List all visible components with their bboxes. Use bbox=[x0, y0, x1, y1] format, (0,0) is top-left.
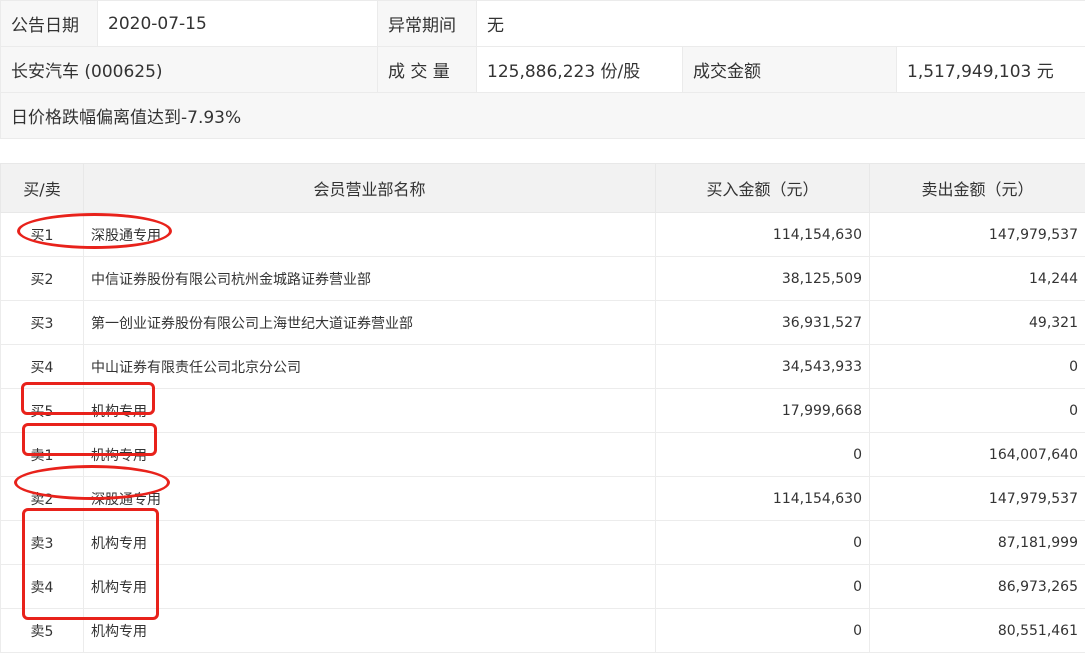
row-sell-amount: 86,973,265 bbox=[870, 565, 1085, 609]
announcement-info-table: 公告日期 2020-07-15 异常期间 无 长安汽车 (000625) 成 交… bbox=[0, 0, 1085, 139]
row-side: 买2 bbox=[1, 257, 84, 301]
table-row: 卖3 机构专用 0 87,181,999 bbox=[1, 521, 1085, 565]
header-buy: 买入金额（元） bbox=[656, 164, 870, 213]
period-label: 异常期间 bbox=[378, 1, 477, 47]
row-buy-amount: 0 bbox=[656, 565, 870, 609]
row-side: 买5 bbox=[1, 389, 84, 433]
row-buy-amount: 114,154,630 bbox=[656, 477, 870, 521]
row-side: 买3 bbox=[1, 301, 84, 345]
amount-label: 成交金额 bbox=[683, 47, 897, 93]
table-row: 买1 深股通专用 114,154,630 147,979,537 bbox=[1, 213, 1085, 257]
stock-name: 长安汽车 (000625) bbox=[1, 47, 378, 93]
row-buy-amount: 38,125,509 bbox=[656, 257, 870, 301]
table-row: 卖1 机构专用 0 164,007,640 bbox=[1, 433, 1085, 477]
row-side: 卖4 bbox=[1, 565, 84, 609]
row-buy-amount: 0 bbox=[656, 609, 870, 653]
table-row: 买2 中信证券股份有限公司杭州金城路证券营业部 38,125,509 14,24… bbox=[1, 257, 1085, 301]
row-member: 机构专用 bbox=[84, 521, 656, 565]
volume-label: 成 交 量 bbox=[378, 47, 477, 93]
date-value: 2020-07-15 bbox=[98, 1, 378, 47]
table-row: 卖4 机构专用 0 86,973,265 bbox=[1, 565, 1085, 609]
header-side: 买/卖 bbox=[1, 164, 84, 213]
row-buy-amount: 0 bbox=[656, 433, 870, 477]
row-member: 深股通专用 bbox=[84, 213, 656, 257]
header-member: 会员营业部名称 bbox=[84, 164, 656, 213]
row-sell-amount: 0 bbox=[870, 389, 1085, 433]
amount-value: 1,517,949,103 元 bbox=[897, 47, 1085, 93]
table-row: 买4 中山证券有限责任公司北京分公司 34,543,933 0 bbox=[1, 345, 1085, 389]
row-member: 机构专用 bbox=[84, 565, 656, 609]
period-value: 无 bbox=[477, 1, 1085, 47]
row-member: 中信证券股份有限公司杭州金城路证券营业部 bbox=[84, 257, 656, 301]
trading-seats-table: 买/卖 会员营业部名称 买入金额（元） 卖出金额（元） 买1 深股通专用 114… bbox=[0, 163, 1085, 653]
row-sell-amount: 0 bbox=[870, 345, 1085, 389]
row-member: 中山证券有限责任公司北京分公司 bbox=[84, 345, 656, 389]
volume-value: 125,886,223 份/股 bbox=[477, 47, 683, 93]
row-sell-amount: 49,321 bbox=[870, 301, 1085, 345]
row-sell-amount: 14,244 bbox=[870, 257, 1085, 301]
header-sell: 卖出金额（元） bbox=[870, 164, 1085, 213]
row-sell-amount: 87,181,999 bbox=[870, 521, 1085, 565]
row-sell-amount: 147,979,537 bbox=[870, 213, 1085, 257]
row-buy-amount: 0 bbox=[656, 521, 870, 565]
info-row-reason: 日价格跌幅偏离值达到-7.93% bbox=[1, 93, 1085, 139]
row-side: 卖2 bbox=[1, 477, 84, 521]
date-label: 公告日期 bbox=[1, 1, 98, 47]
row-side: 买4 bbox=[1, 345, 84, 389]
table-row: 买5 机构专用 17,999,668 0 bbox=[1, 389, 1085, 433]
table-header-row: 买/卖 会员营业部名称 买入金额（元） 卖出金额（元） bbox=[1, 164, 1085, 213]
row-sell-amount: 147,979,537 bbox=[870, 477, 1085, 521]
row-member: 机构专用 bbox=[84, 389, 656, 433]
row-side: 卖1 bbox=[1, 433, 84, 477]
row-side: 卖5 bbox=[1, 609, 84, 653]
info-row-date: 公告日期 2020-07-15 异常期间 无 bbox=[1, 1, 1085, 47]
row-side: 买1 bbox=[1, 213, 84, 257]
table-row: 买3 第一创业证券股份有限公司上海世纪大道证券营业部 36,931,527 49… bbox=[1, 301, 1085, 345]
row-buy-amount: 17,999,668 bbox=[656, 389, 870, 433]
row-member: 深股通专用 bbox=[84, 477, 656, 521]
row-side: 卖3 bbox=[1, 521, 84, 565]
row-sell-amount: 80,551,461 bbox=[870, 609, 1085, 653]
table-row: 卖5 机构专用 0 80,551,461 bbox=[1, 609, 1085, 653]
row-buy-amount: 34,543,933 bbox=[656, 345, 870, 389]
row-sell-amount: 164,007,640 bbox=[870, 433, 1085, 477]
row-buy-amount: 36,931,527 bbox=[656, 301, 870, 345]
reason-text: 日价格跌幅偏离值达到-7.93% bbox=[1, 93, 1085, 139]
table-row: 卖2 深股通专用 114,154,630 147,979,537 bbox=[1, 477, 1085, 521]
info-row-stock: 长安汽车 (000625) 成 交 量 125,886,223 份/股 成交金额… bbox=[1, 47, 1085, 93]
row-member: 机构专用 bbox=[84, 609, 656, 653]
row-member: 机构专用 bbox=[84, 433, 656, 477]
row-buy-amount: 114,154,630 bbox=[656, 213, 870, 257]
row-member: 第一创业证券股份有限公司上海世纪大道证券营业部 bbox=[84, 301, 656, 345]
